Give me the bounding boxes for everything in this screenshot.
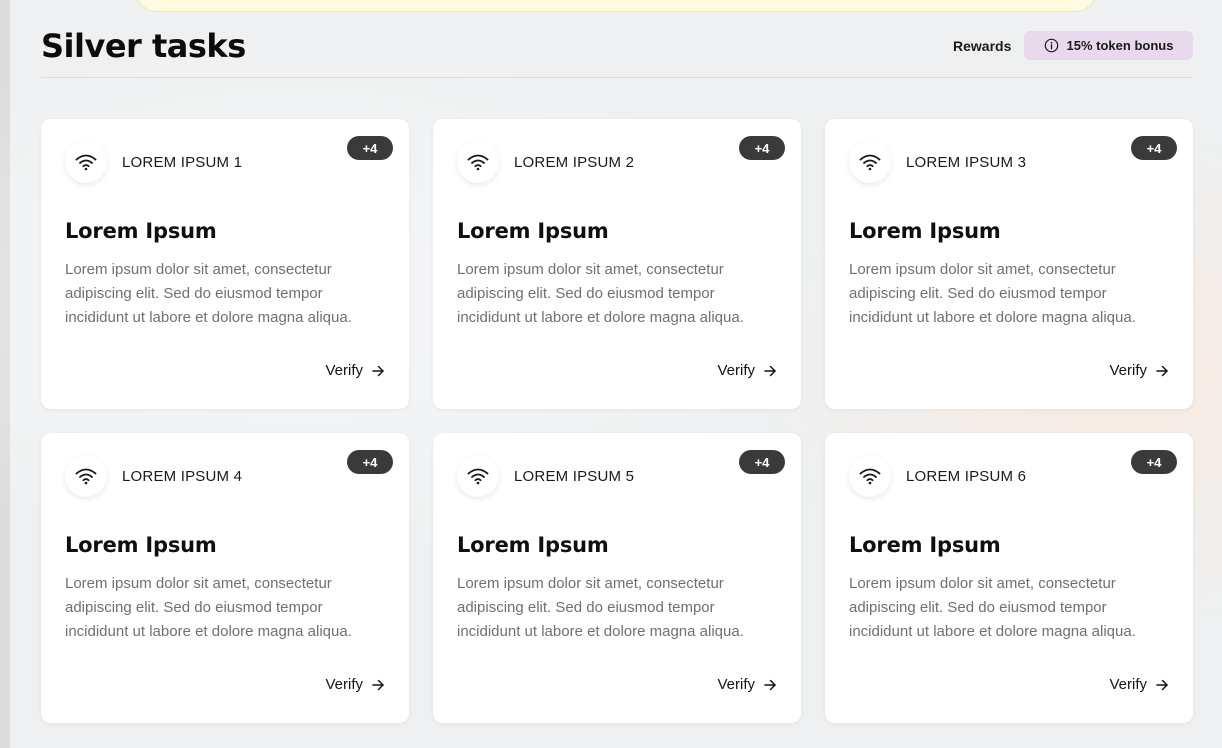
arrow-right-icon [1155,678,1169,692]
card-title: Lorem Ipsum [65,219,217,243]
points-badge: +4 [739,136,785,160]
verify-label: Verify [1109,676,1147,693]
page-title: Silver tasks [41,27,246,65]
card-title: Lorem Ipsum [849,533,1001,557]
token-bonus-badge[interactable]: 15% token bonus [1024,31,1193,60]
task-card: LOREM IPSUM 1 +4 Lorem Ipsum Lorem ipsum… [41,119,409,409]
verify-label: Verify [325,676,363,693]
arrow-right-icon [763,364,777,378]
card-title: Lorem Ipsum [457,219,609,243]
card-category: LOREM IPSUM 6 [906,468,1027,485]
points-badge: +4 [347,450,393,474]
card-title: Lorem Ipsum [65,533,217,557]
wifi-icon [65,455,107,497]
card-description: Lorem ipsum dolor sit amet, consectetur … [457,261,744,326]
verify-button[interactable]: Verify [325,362,385,379]
verify-button[interactable]: Verify [717,362,777,379]
arrow-right-icon [371,678,385,692]
card-description: Lorem ipsum dolor sit amet, consectetur … [65,261,352,326]
points-badge: +4 [1131,136,1177,160]
points-badge: +4 [1131,450,1177,474]
verify-label: Verify [717,362,755,379]
wifi-icon [849,141,891,183]
arrow-right-icon [1155,364,1169,378]
task-card: LOREM IPSUM 6 +4 Lorem Ipsum Lorem ipsum… [825,433,1193,723]
card-category: LOREM IPSUM 4 [122,468,243,485]
wifi-icon [457,455,499,497]
card-category: LOREM IPSUM 5 [514,468,635,485]
top-banner [135,0,1097,12]
task-card: LOREM IPSUM 3 +4 Lorem Ipsum Lorem ipsum… [825,119,1193,409]
card-category: LOREM IPSUM 2 [514,154,635,171]
verify-label: Verify [1109,362,1147,379]
card-description: Lorem ipsum dolor sit amet, consectetur … [849,261,1136,326]
task-card: LOREM IPSUM 5 +4 Lorem Ipsum Lorem ipsum… [433,433,801,723]
arrow-right-icon [371,364,385,378]
verify-button[interactable]: Verify [325,676,385,693]
card-description: Lorem ipsum dolor sit amet, consectetur … [849,575,1136,640]
verify-button[interactable]: Verify [1109,676,1169,693]
info-circle-icon [1044,38,1059,53]
verify-label: Verify [717,676,755,693]
section-header: Silver tasks Rewards 15% token bonus [41,24,1193,78]
token-bonus-label: 15% token bonus [1066,38,1174,53]
arrow-right-icon [763,678,777,692]
card-title: Lorem Ipsum [457,533,609,557]
verify-label: Verify [325,362,363,379]
card-description: Lorem ipsum dolor sit amet, consectetur … [457,575,744,640]
card-category: LOREM IPSUM 3 [906,154,1027,171]
wifi-icon [457,141,499,183]
card-title: Lorem Ipsum [849,219,1001,243]
task-card: LOREM IPSUM 2 +4 Lorem Ipsum Lorem ipsum… [433,119,801,409]
verify-button[interactable]: Verify [1109,362,1169,379]
task-card: LOREM IPSUM 4 +4 Lorem Ipsum Lorem ipsum… [41,433,409,723]
wifi-icon [65,141,107,183]
points-badge: +4 [347,136,393,160]
points-badge: +4 [739,450,785,474]
rewards-label[interactable]: Rewards [953,38,1011,54]
wifi-icon [849,455,891,497]
card-description: Lorem ipsum dolor sit amet, consectetur … [65,575,352,640]
card-category: LOREM IPSUM 1 [122,154,243,171]
verify-button[interactable]: Verify [717,676,777,693]
